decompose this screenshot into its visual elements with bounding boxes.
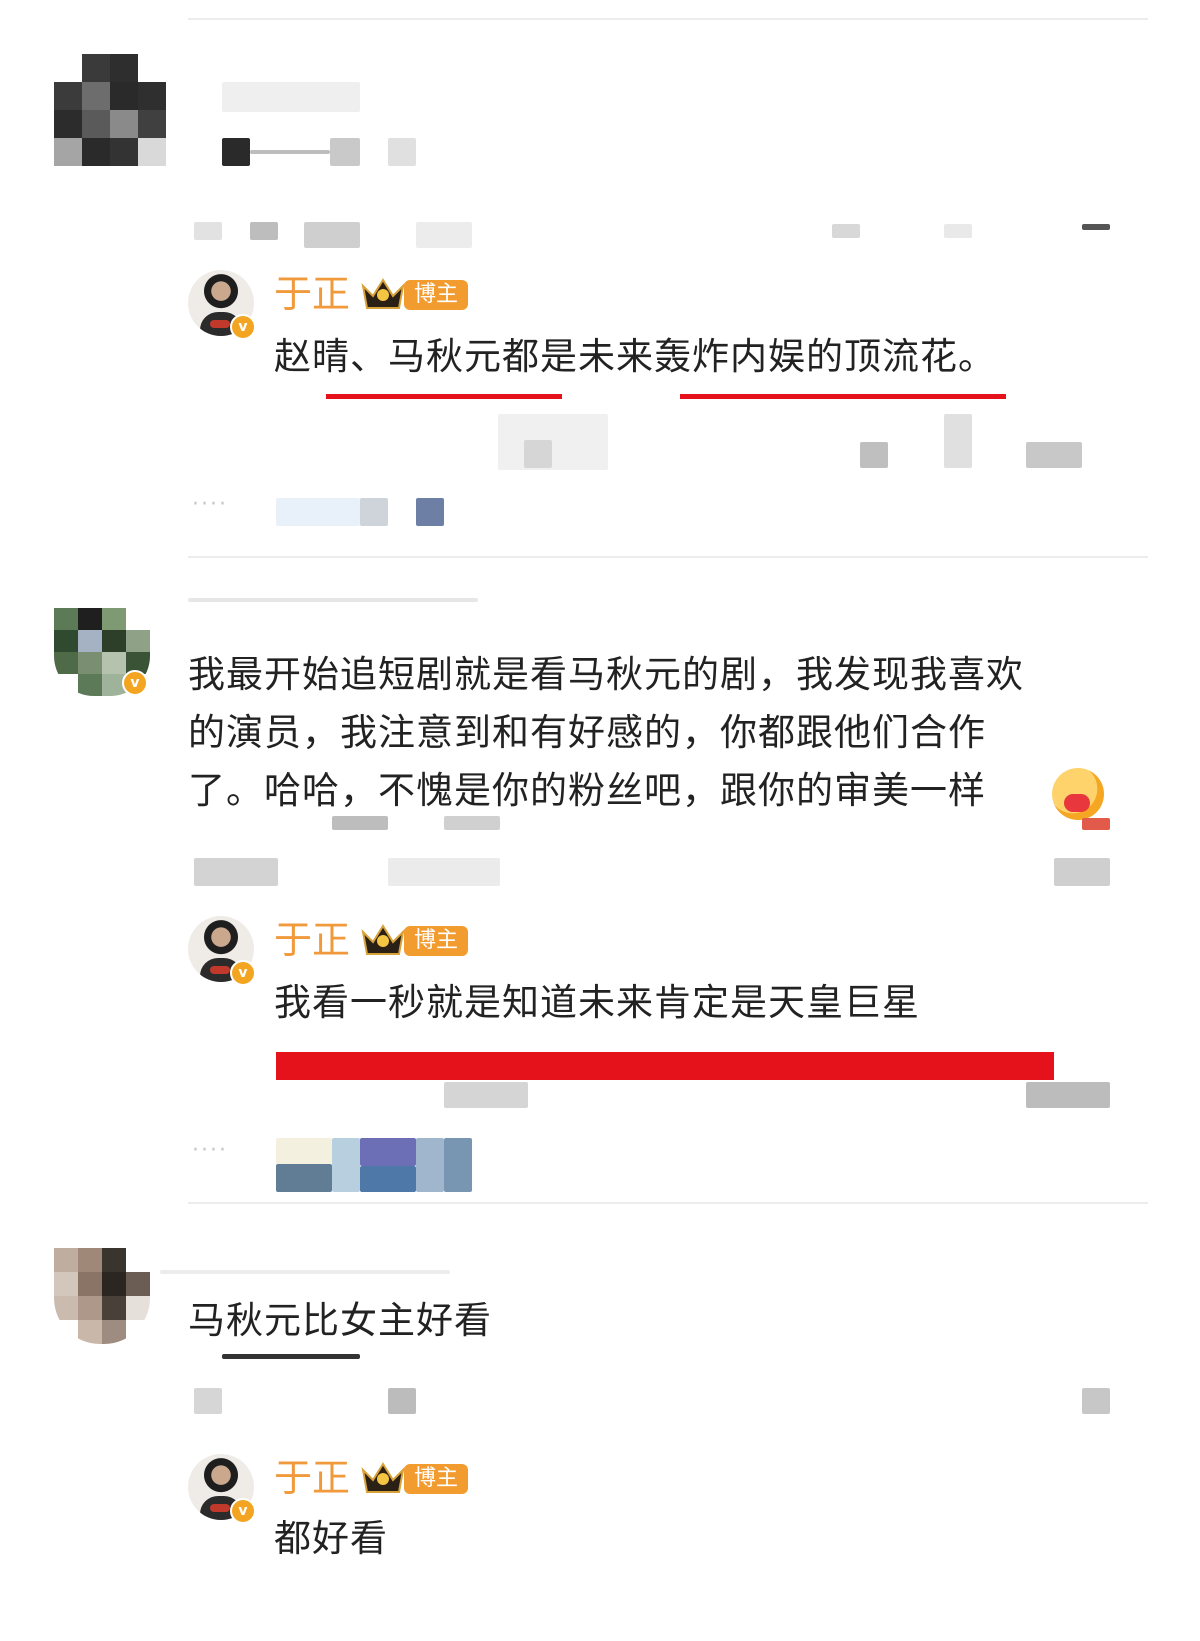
comment-actions-redacted[interactable] xyxy=(1082,1388,1110,1414)
verified-icon: v xyxy=(230,1498,256,1524)
reply-actions-redacted[interactable] xyxy=(1026,1082,1110,1108)
crown-icon xyxy=(361,1462,405,1493)
comment-text-redacted xyxy=(388,138,416,166)
commenter-avatar-pixelated[interactable] xyxy=(54,54,166,166)
blogger-badge: 博主 xyxy=(404,280,469,310)
reply-meta-redacted xyxy=(498,414,608,470)
reply-author-name[interactable]: 于正 xyxy=(274,1456,350,1500)
more-replies-redacted[interactable] xyxy=(416,1138,444,1192)
red-underline xyxy=(680,394,1006,399)
comment-actions-redacted[interactable] xyxy=(1082,224,1110,230)
blogger-badge: 博主 xyxy=(404,1464,469,1494)
commenter-name-redacted xyxy=(222,82,360,112)
more-options-icon[interactable]: ···· xyxy=(192,492,228,517)
comment-meta-redacted xyxy=(416,222,472,248)
commenter-name-redacted xyxy=(160,1270,450,1274)
more-replies-redacted[interactable] xyxy=(276,498,360,526)
reply-actions-redacted[interactable] xyxy=(860,442,888,468)
comment-actions-redacted[interactable] xyxy=(944,224,972,238)
reply-text: 我看一秒就是知道未来肯定是天皇巨星 xyxy=(274,981,920,1024)
reply-meta-redacted xyxy=(524,440,552,468)
more-replies-redacted[interactable] xyxy=(276,1164,332,1192)
top-divider xyxy=(188,18,1148,20)
blogger-badge: 博主 xyxy=(404,926,469,956)
comment-divider xyxy=(188,556,1148,558)
comment-meta-redacted xyxy=(304,222,360,248)
red-underline xyxy=(326,394,562,399)
hug-emoji-icon xyxy=(1052,768,1104,820)
reply-actions-redacted[interactable] xyxy=(944,414,972,468)
comment-text-redacted xyxy=(250,150,330,154)
comment-meta-redacted xyxy=(388,1388,416,1414)
crown-icon xyxy=(361,924,405,955)
comment-meta-redacted xyxy=(250,222,278,240)
more-replies-redacted[interactable] xyxy=(444,1138,472,1192)
reply-author-name[interactable]: 于正 xyxy=(274,918,350,962)
comment-text-redacted xyxy=(444,816,500,830)
more-replies-redacted[interactable] xyxy=(360,498,388,526)
more-replies-redacted[interactable] xyxy=(360,1166,416,1192)
comment-divider xyxy=(188,1202,1148,1204)
reply-author-name[interactable]: 于正 xyxy=(274,272,350,316)
comment-text-redacted xyxy=(1082,818,1110,830)
reply-actions-redacted[interactable] xyxy=(1026,442,1082,468)
commenter-avatar-pixelated[interactable] xyxy=(54,1248,150,1344)
comment-text-line-3: 了。哈哈，不愧是你的粉丝吧，跟你的审美一样 xyxy=(188,769,986,812)
more-replies-redacted[interactable] xyxy=(416,498,444,526)
more-replies-redacted[interactable] xyxy=(276,1138,332,1164)
more-replies-redacted[interactable] xyxy=(360,1138,416,1166)
comment-text: 马秋元比女主好看 xyxy=(188,1299,492,1342)
crown-icon xyxy=(361,278,405,309)
comment-actions-redacted[interactable] xyxy=(1054,858,1110,886)
comment-text-line-2: 的演员，我注意到和有好感的，你都跟他们合作 xyxy=(188,711,986,754)
reply-text: 都好看 xyxy=(274,1517,388,1560)
comment-actions-redacted[interactable] xyxy=(832,224,860,238)
comment-text-redacted xyxy=(222,1354,360,1359)
comment-meta-redacted xyxy=(194,858,278,886)
verified-icon: v xyxy=(122,670,148,696)
comment-text-line-1: 我最开始追短剧就是看马秋元的剧，我发现我喜欢 xyxy=(188,653,1024,696)
comment-meta-redacted xyxy=(194,222,222,240)
verified-icon: v xyxy=(230,960,256,986)
comment-text-redacted xyxy=(222,138,250,166)
comment-text-redacted xyxy=(330,138,360,166)
comment-meta-redacted xyxy=(194,1388,222,1414)
commenter-name-redacted xyxy=(188,598,478,602)
comment-text-redacted xyxy=(332,816,388,830)
more-options-icon[interactable]: ···· xyxy=(192,1138,228,1163)
more-replies-redacted[interactable] xyxy=(332,1138,360,1192)
reply-text: 赵晴、马秋元都是未来轰炸内娱的顶流花。 xyxy=(274,335,996,378)
verified-icon: v xyxy=(230,314,256,340)
reply-meta-redacted xyxy=(444,1082,528,1108)
comment-meta-redacted xyxy=(388,858,500,886)
red-highlight-bar xyxy=(276,1052,1054,1080)
